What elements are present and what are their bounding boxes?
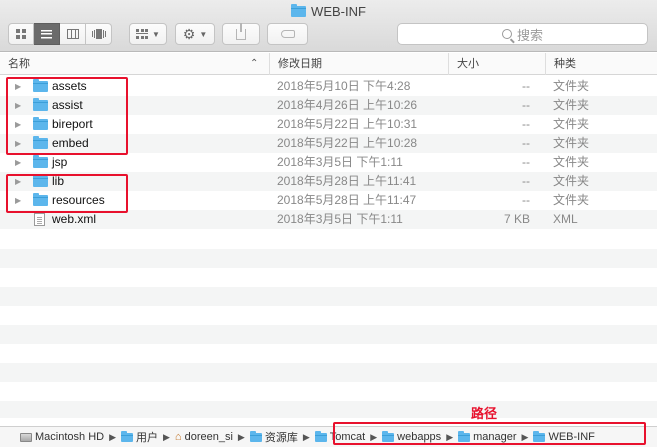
file-size: -- — [522, 155, 530, 169]
file-size: 7 KB — [503, 212, 530, 226]
file-date: 2018年3月5日 下午1:11 — [277, 155, 403, 169]
file-kind: 文件夹 — [553, 174, 590, 188]
path-separator-icon: ▶ — [109, 431, 116, 442]
path-crumb-macintosh-hd[interactable]: Macintosh HD — [20, 431, 104, 443]
search-field[interactable]: 搜索 — [397, 23, 648, 45]
column-view-button[interactable] — [60, 23, 86, 45]
hard-drive-icon — [20, 432, 32, 442]
window-title-text: WEB-INF — [311, 3, 366, 19]
icon-view-icon — [16, 29, 26, 39]
empty-list-area — [0, 230, 657, 418]
column-view-icon — [66, 29, 79, 39]
file-kind: XML — [553, 212, 578, 226]
path-separator-icon: ▶ — [163, 431, 170, 442]
file-size: -- — [522, 136, 530, 150]
search-placeholder: 搜索 — [516, 27, 543, 43]
file-size: -- — [522, 117, 530, 131]
folder-icon — [249, 430, 262, 442]
annotation-label-path: 路径 — [471, 406, 498, 421]
arrange-button[interactable]: ▼ — [129, 23, 167, 45]
column-header: 名称 ⌃ 修改日期 大小 种类 — [0, 53, 657, 75]
file-row[interactable]: ▶ jsp 2018年3月5日 下午1:11 -- 文件夹 — [0, 153, 657, 172]
file-date: 2018年5月22日 上午10:31 — [277, 117, 418, 131]
annotation-box-path — [333, 422, 646, 445]
column-name-header[interactable]: 名称 — [0, 53, 269, 75]
window-toolbar: WEB-INF ▼ ⚙ ▼ 搜索 — [0, 0, 657, 52]
file-date: 2018年4月26日 上午10:26 — [277, 98, 418, 112]
file-date: 2018年5月28日 上午11:41 — [277, 174, 417, 188]
path-crumb-users[interactable]: 用户 — [121, 429, 158, 445]
action-button[interactable]: ⚙ ▼ — [175, 23, 215, 45]
tag-button[interactable] — [267, 23, 308, 45]
path-separator-icon: ▶ — [302, 431, 310, 442]
file-kind: 文件夹 — [553, 136, 590, 150]
window-title: WEB-INF — [0, 3, 657, 19]
share-icon — [236, 22, 246, 40]
chevron-down-icon: ▼ — [199, 29, 208, 39]
search-icon — [501, 29, 512, 39]
file-kind: 文件夹 — [553, 98, 590, 112]
gear-icon: ⚙ — [182, 26, 196, 42]
list-view-icon — [41, 29, 52, 39]
file-size: -- — [522, 79, 530, 93]
file-kind: 文件夹 — [553, 117, 590, 131]
cover-flow-icon — [91, 29, 106, 39]
path-crumb-home[interactable]: ⌂ doreen_si — [175, 431, 233, 443]
share-button[interactable] — [222, 22, 260, 45]
annotation-box-folders-1 — [6, 77, 128, 155]
path-separator-icon: ▶ — [237, 431, 245, 442]
file-date: 2018年5月10日 下午4:28 — [277, 79, 411, 93]
list-view-button[interactable] — [34, 23, 60, 45]
column-kind-header[interactable]: 种类 — [545, 53, 657, 75]
file-size: -- — [522, 98, 530, 112]
folder-icon — [33, 155, 48, 168]
folder-icon — [291, 3, 307, 17]
home-icon: ⌂ — [174, 430, 182, 443]
file-name: jsp — [52, 155, 68, 169]
file-date: 2018年5月22日 上午10:28 — [277, 136, 418, 150]
file-date: 2018年3月5日 下午1:11 — [277, 212, 403, 226]
tag-icon — [280, 30, 295, 38]
column-date-header[interactable]: 修改日期 — [269, 53, 448, 75]
icon-view-button[interactable] — [8, 23, 34, 45]
file-kind: 文件夹 — [553, 193, 590, 207]
path-crumb-library[interactable]: 资源库 — [249, 429, 298, 445]
disclosure-triangle-icon[interactable]: ▶ — [15, 153, 21, 172]
arrange-icon — [136, 29, 149, 39]
chevron-down-icon: ▼ — [152, 29, 160, 39]
file-size: -- — [522, 174, 530, 188]
file-date: 2018年5月28日 上午11:47 — [277, 193, 417, 207]
folder-icon — [121, 430, 133, 442]
annotation-box-folders-2 — [6, 174, 128, 213]
file-kind: 文件夹 — [553, 79, 590, 93]
folder-icon — [314, 430, 327, 442]
cover-flow-button[interactable] — [86, 23, 112, 45]
column-size-header[interactable]: 大小 — [448, 53, 545, 75]
file-size: -- — [522, 193, 530, 207]
view-mode-control — [8, 23, 112, 45]
sort-chevron-icon: ⌃ — [250, 58, 259, 69]
file-kind: 文件夹 — [553, 155, 590, 169]
